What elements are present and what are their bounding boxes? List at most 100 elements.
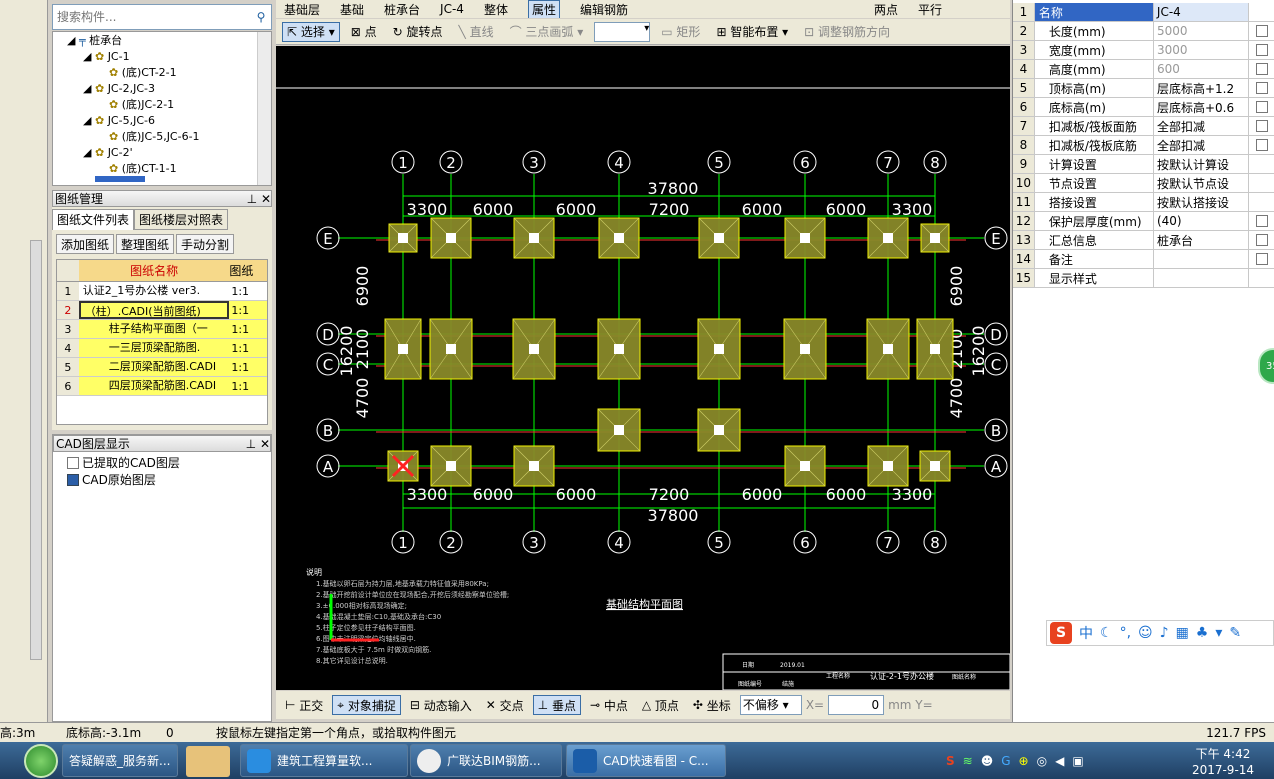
browser-icon[interactable]: G	[1001, 754, 1010, 768]
point-button[interactable]: ⊠ 点	[346, 22, 382, 42]
punct-icon[interactable]: °,	[1120, 625, 1131, 641]
tree-item[interactable]: ◢ ✿ JC-1	[53, 48, 271, 64]
tab-file-list[interactable]: 图纸文件列表	[52, 209, 135, 230]
property-value[interactable]: JC-4	[1153, 3, 1250, 21]
tree-item[interactable]: ◢ ✿ JC-5,JC-6	[53, 112, 271, 128]
add-drawing-button[interactable]: 添加图纸	[56, 234, 115, 254]
property-checkbox[interactable]	[1256, 215, 1269, 227]
attribute-button[interactable]: 属性	[527, 0, 560, 18]
drawing-row[interactable]: 6 四层顶梁配筋图.CADI 1:1	[57, 377, 267, 396]
drawing-row[interactable]: 4 一三层顶梁配筋图. 1:1	[57, 339, 267, 358]
property-checkbox[interactable]	[1256, 234, 1269, 246]
property-row[interactable]: 14 备注	[1013, 250, 1274, 269]
shirt-icon[interactable]: ▾	[1215, 625, 1222, 641]
search-icon[interactable]: ⚲	[251, 10, 271, 24]
tree-item[interactable]: ✿ (底)CT-2-1	[53, 64, 271, 80]
keyboard-icon[interactable]: ▦	[1176, 625, 1189, 641]
property-row[interactable]: 13 汇总信息 桩承台	[1013, 231, 1274, 250]
property-value[interactable]: 层底标高+0.6	[1154, 98, 1250, 116]
wifi-icon[interactable]: ≋	[963, 754, 973, 768]
qq-icon[interactable]: ☻	[981, 754, 994, 768]
property-checkbox-cell[interactable]	[1249, 174, 1274, 192]
pin-close-icon[interactable]: ⊥ ✕	[246, 437, 270, 451]
property-value[interactable]: 全部扣减	[1154, 136, 1250, 154]
wechat-icon[interactable]: ◎	[1037, 754, 1047, 768]
property-value[interactable]: 按默认节点设	[1154, 174, 1250, 192]
property-checkbox-cell[interactable]	[1249, 250, 1274, 268]
property-row[interactable]: 2 长度(mm) 5000	[1013, 22, 1274, 41]
tree-item[interactable]: ✿ (底)CT-1-1	[53, 160, 271, 176]
taskbar-item-0[interactable]: 答疑解惑_服务新...	[62, 744, 178, 777]
property-value[interactable]: 层底标高+1.2	[1154, 79, 1250, 97]
layer-extracted[interactable]: 已提取的CAD图层	[67, 454, 257, 471]
midpoint-snap-button[interactable]: ⊸ 中点	[585, 695, 633, 715]
mic-icon[interactable]: ♪	[1160, 625, 1169, 641]
property-row[interactable]: 7 扣减板/筏板面筋 全部扣减	[1013, 117, 1274, 136]
property-row[interactable]: 15 显示样式	[1013, 269, 1274, 288]
property-row[interactable]: 6 底标高(m) 层底标高+0.6	[1013, 98, 1274, 117]
property-checkbox[interactable]	[1256, 82, 1269, 94]
property-row[interactable]: 1 名称 JC-4	[1013, 3, 1274, 22]
skin-icon[interactable]: ♣	[1196, 625, 1209, 641]
scope-select[interactable]: 整体	[484, 1, 508, 18]
shape-dropdown[interactable]: ▾	[594, 21, 651, 42]
arrange-drawing-button[interactable]: 整理图纸	[116, 234, 175, 254]
col-drawing-ratio[interactable]: 图纸	[229, 260, 267, 281]
coordinate-snap-button[interactable]: ✣ 坐标	[688, 695, 736, 715]
property-row[interactable]: 9 计算设置 按默认计算设	[1013, 155, 1274, 174]
tree-item[interactable]: ◢ ✿ JC-2,JC-3	[53, 80, 271, 96]
property-checkbox[interactable]	[1256, 44, 1269, 56]
start-button[interactable]	[24, 744, 58, 778]
edit-rebar-button[interactable]: 编辑钢筋	[580, 1, 628, 18]
drawing-row[interactable]: 1 认证2_1号办公楼 ver3. 1:1	[57, 282, 267, 301]
two-point-button[interactable]: 两点	[874, 1, 898, 18]
floor-select[interactable]: 基础层	[284, 1, 320, 18]
layer-original[interactable]: CAD原始图层	[67, 471, 257, 488]
tree-root[interactable]: ◢ ╤ 桩承台	[53, 32, 271, 48]
tree-item[interactable]: ◢ ✿ JC-2'	[53, 144, 271, 160]
property-row[interactable]: 10 节点设置 按默认节点设	[1013, 174, 1274, 193]
x-input[interactable]: 0	[828, 695, 885, 715]
parallel-button[interactable]: 平行	[918, 1, 942, 18]
collapse-icon[interactable]: ◢	[83, 146, 95, 159]
plus-icon[interactable]: ⊕	[1019, 754, 1029, 768]
taskbar-item-1[interactable]: 建筑工程算量软...	[240, 744, 408, 777]
collapse-icon[interactable]: ◢	[83, 50, 95, 63]
tray-app-icon[interactable]: ▣	[1072, 754, 1083, 768]
dynamic-input-button[interactable]: ⊟ 动态输入	[405, 695, 477, 715]
drawing-row[interactable]: 2 （柱）.CADI(当前图纸) 1:1	[57, 301, 267, 320]
explorer-icon[interactable]	[186, 746, 230, 777]
property-checkbox-cell[interactable]	[1249, 41, 1274, 59]
col-drawing-name[interactable]: 图纸名称	[79, 260, 230, 281]
component-search-box[interactable]: ⚲	[52, 4, 272, 30]
rotate-point-button[interactable]: ↻ 旋转点	[388, 22, 448, 42]
property-value[interactable]: 3000	[1154, 41, 1250, 59]
arc-button[interactable]: ⌒ 三点画弧 ▾	[505, 22, 589, 42]
property-value[interactable]	[1154, 269, 1250, 287]
tree-item[interactable]: ✿ (底)JC-2-1	[53, 96, 271, 112]
property-checkbox-cell[interactable]	[1249, 117, 1274, 135]
offset-select[interactable]: 不偏移 ▾	[739, 695, 802, 715]
property-checkbox-cell[interactable]	[1249, 231, 1274, 249]
object-snap-button[interactable]: ⌖ 对象捕捉	[332, 695, 401, 715]
property-value[interactable]: (40)	[1154, 212, 1250, 230]
property-checkbox-cell[interactable]	[1249, 155, 1274, 173]
property-value[interactable]: 桩承台	[1154, 231, 1250, 249]
cad-canvas[interactable]: 1 1 2 2 3 3 4 4 5 5 6 6 7 7 8 8 E E D D C C B B A A 37800 3300 6000 6…	[276, 46, 1010, 690]
line-button[interactable]: ╲ 直线	[454, 22, 499, 42]
tree-selected-item[interactable]	[95, 176, 145, 182]
property-checkbox-cell[interactable]	[1249, 136, 1274, 154]
property-row[interactable]: 12 保护层厚度(mm) (40)	[1013, 212, 1274, 231]
volume-icon[interactable]: ◀	[1055, 754, 1064, 768]
property-checkbox[interactable]	[1256, 253, 1269, 265]
component-tree[interactable]: ◢ ╤ 桩承台 ◢ ✿ JC-1 ✿ (底)CT-2-1 ◢ ✿ JC-2,JC-3 ✿…	[52, 31, 272, 186]
property-checkbox-cell[interactable]	[1249, 22, 1274, 40]
property-checkbox[interactable]	[1256, 120, 1269, 132]
property-row[interactable]: 5 顶标高(m) 层底标高+1.2	[1013, 79, 1274, 98]
property-checkbox[interactable]	[1256, 25, 1269, 37]
property-checkbox-cell[interactable]	[1249, 212, 1274, 230]
taskbar-item-2[interactable]: 广联达BIM钢筋...	[410, 744, 562, 777]
vertex-snap-button[interactable]: △ 顶点	[637, 695, 684, 715]
moon-icon[interactable]: ☾	[1100, 625, 1113, 641]
property-row[interactable]: 8 扣减板/筏板底筋 全部扣减	[1013, 136, 1274, 155]
